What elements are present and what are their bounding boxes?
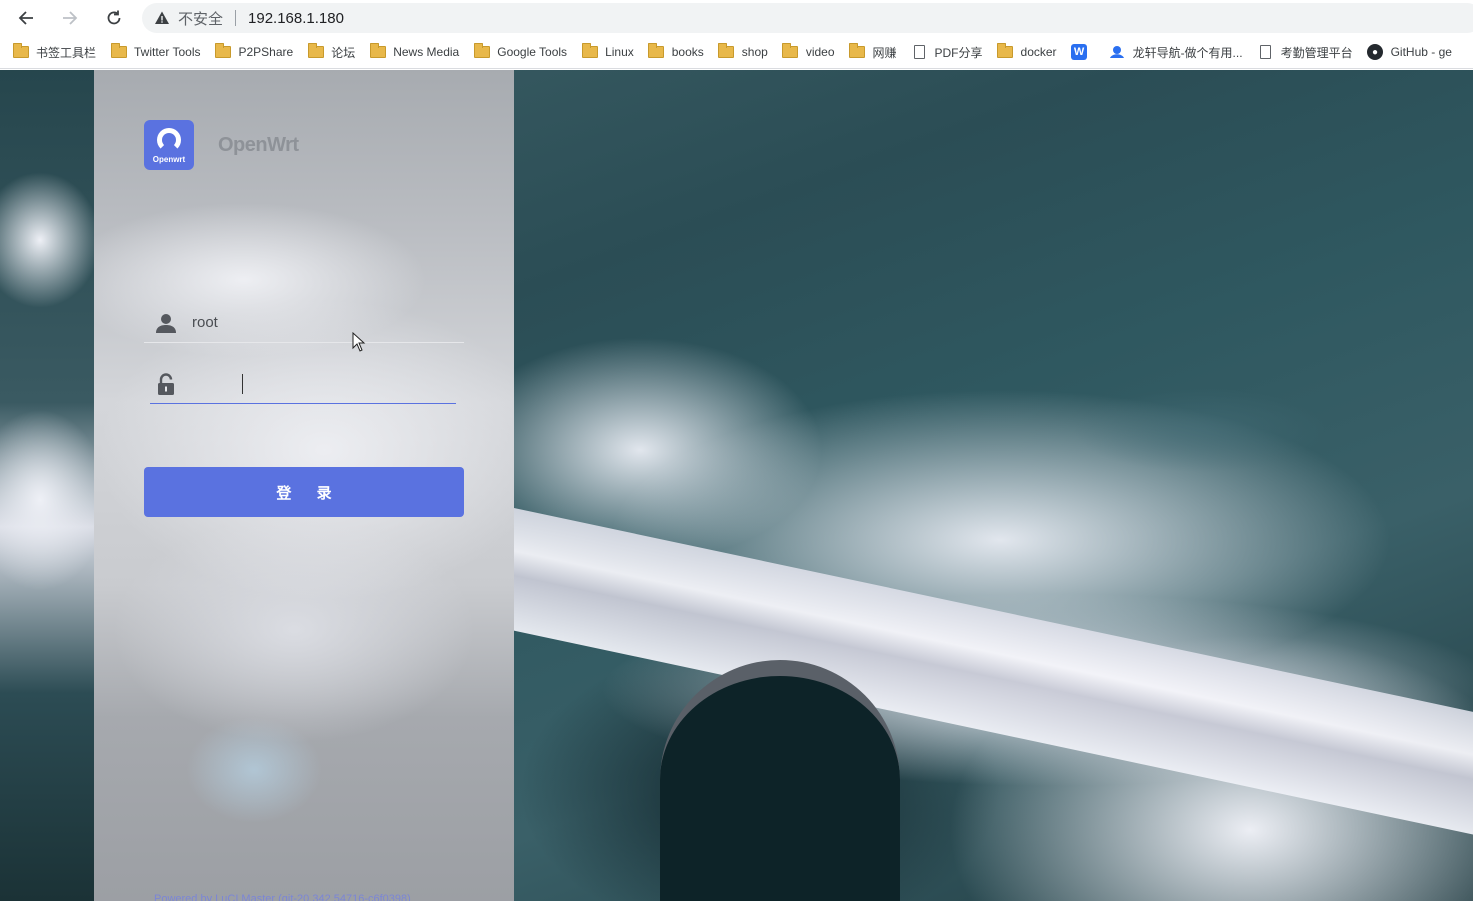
w-app-icon: W [1071, 44, 1088, 60]
bookmark-item[interactable]: W [1071, 44, 1095, 60]
bookmark-label: Google Tools [497, 45, 568, 59]
background-bridge [660, 660, 900, 901]
folder-icon [369, 43, 386, 59]
logo-ring-icon [157, 128, 181, 152]
bookmark-label: 考勤管理平台 [1280, 45, 1353, 60]
bookmark-label: Linux [605, 45, 634, 59]
login-button[interactable]: 登 录 [144, 467, 464, 517]
security-status[interactable]: 不安全 [178, 8, 223, 29]
forward-arrow-icon [63, 11, 78, 25]
folder-icon [997, 43, 1014, 59]
forward-button[interactable] [56, 4, 84, 32]
bookmark-item[interactable]: ● GitHub - ge [1367, 44, 1452, 60]
bookmark-label: docker [1020, 45, 1057, 59]
back-arrow-icon [18, 11, 33, 25]
footer-text[interactable]: Powered by LuCI Master (git-20.342.54716… [154, 893, 411, 901]
page-icon [911, 45, 928, 59]
bookmark-label: P2PShare [238, 45, 294, 59]
folder-icon [648, 43, 665, 59]
bookmark-item[interactable]: books [648, 43, 704, 59]
folder-icon [581, 43, 598, 59]
bookmark-item[interactable]: 龙轩导航-做个有用... [1109, 44, 1243, 61]
folder-icon [849, 43, 866, 59]
bookmark-item[interactable]: shop [718, 43, 768, 59]
bookmark-item[interactable]: P2PShare [214, 43, 294, 59]
bookmark-label: GitHub - ge [1390, 45, 1452, 59]
folder-icon [12, 43, 29, 59]
github-icon: ● [1367, 44, 1384, 60]
browser-toolbar: 不安全 192.168.1.180 [0, 0, 1473, 36]
url-text[interactable]: 192.168.1.180 [248, 10, 344, 27]
brand-name: OpenWrt [218, 134, 299, 156]
user-icon [154, 312, 178, 334]
bookmark-item[interactable]: 论坛 [307, 43, 356, 61]
bookmark-label: books [671, 45, 704, 59]
bookmark-label: shop [741, 45, 768, 59]
bookmark-item[interactable]: 书签工具栏 [12, 43, 97, 61]
bookmark-item[interactable]: video [782, 43, 835, 59]
text-caret [242, 374, 243, 394]
background-road [489, 508, 1473, 855]
bookmark-item[interactable]: docker [997, 43, 1057, 59]
bookmark-label: 论坛 [331, 45, 356, 60]
login-panel: Openwrt OpenWrt 登 录 Powered by LuCI Mast… [94, 70, 514, 901]
bookmark-item[interactable]: Linux [581, 43, 634, 59]
folder-icon [307, 43, 324, 59]
bookmark-label: 网赚 [872, 45, 897, 60]
reload-button[interactable] [100, 4, 128, 32]
username-field[interactable] [144, 303, 464, 343]
reload-icon [107, 10, 121, 25]
bookmark-label: PDF分享 [934, 45, 983, 60]
mouse-cursor-icon [352, 332, 366, 352]
divider [235, 10, 237, 26]
bookmark-label: News Media [393, 45, 460, 59]
bookmark-item[interactable]: 考勤管理平台 [1257, 44, 1353, 61]
bookmark-item[interactable]: News Media [369, 43, 460, 59]
folder-icon [110, 43, 127, 59]
background-left [0, 70, 94, 901]
folder-icon [214, 43, 231, 59]
folder-icon [782, 43, 799, 59]
password-field[interactable] [144, 364, 464, 404]
bookmarks-bar: 书签工具栏 Twitter Tools P2PShare 论坛 News Med… [0, 36, 1473, 69]
bookmark-label: Twitter Tools [134, 45, 201, 59]
password-input[interactable] [192, 369, 464, 399]
lock-icon [154, 373, 178, 395]
bookmark-label: 书签工具栏 [36, 45, 97, 60]
back-button[interactable] [12, 4, 40, 32]
page-icon [1257, 45, 1274, 59]
username-input[interactable] [192, 307, 464, 338]
address-bar[interactable]: 不安全 192.168.1.180 [142, 3, 1473, 33]
warning-icon[interactable] [154, 10, 170, 26]
bookmark-item[interactable]: Google Tools [473, 43, 568, 59]
folder-icon [473, 43, 490, 59]
logo-text: Openwrt [152, 155, 186, 164]
bookmark-label: 龙轩导航-做个有用... [1132, 45, 1243, 60]
openwrt-logo: Openwrt [144, 120, 194, 170]
bookmark-item[interactable]: PDF分享 [911, 44, 983, 61]
bookmark-item[interactable]: Twitter Tools [110, 43, 201, 59]
longxuan-icon [1109, 45, 1126, 59]
bookmark-item[interactable]: 网赚 [849, 43, 897, 61]
bookmark-label: video [805, 45, 835, 59]
password-underline [150, 403, 456, 404]
folder-icon [718, 43, 735, 59]
login-page: Openwrt OpenWrt 登 录 Powered by LuCI Mast… [0, 70, 1473, 901]
